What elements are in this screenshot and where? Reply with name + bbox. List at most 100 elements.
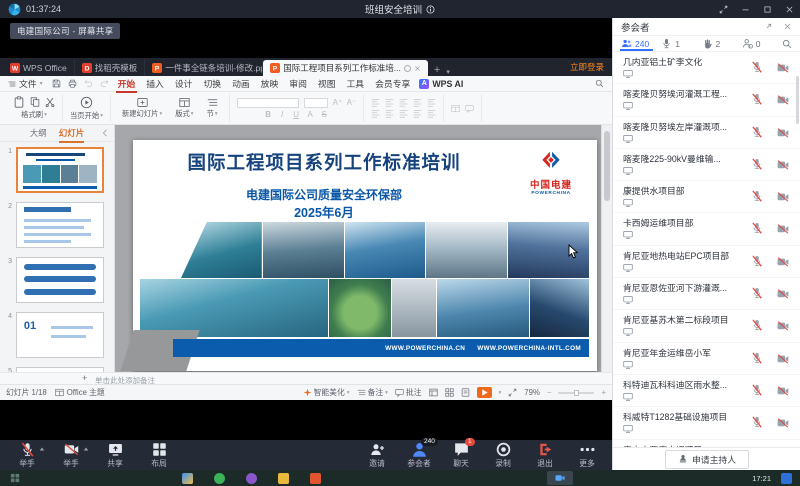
font-style-A[interactable]: A bbox=[306, 110, 315, 119]
menu-tab-视图[interactable]: 视图 bbox=[318, 77, 336, 90]
play-from-page-icon[interactable] bbox=[80, 96, 93, 109]
new-slide-button[interactable]: 新建幻灯片▾ bbox=[118, 97, 166, 119]
toolbar-更多-button[interactable]: 更多 bbox=[568, 442, 606, 469]
participant-row[interactable]: 几内亚铝土矿李文化 bbox=[613, 52, 800, 84]
camera-off-icon[interactable] bbox=[777, 320, 789, 332]
beautify-button[interactable]: 智能美化▾ bbox=[303, 387, 350, 398]
new-tab-caret-icon[interactable]: ▾ bbox=[446, 68, 450, 76]
collapse-panel-icon[interactable] bbox=[101, 129, 109, 137]
font-style-U[interactable]: U bbox=[292, 110, 301, 119]
filter-tab-mic[interactable]: 1 bbox=[661, 38, 701, 49]
participant-row[interactable]: 肯尼亚地热电站EPC项目部 bbox=[613, 246, 800, 278]
undo-icon[interactable] bbox=[84, 79, 93, 88]
mic-muted-icon[interactable] bbox=[751, 287, 763, 299]
login-button[interactable]: 立即登录 bbox=[570, 61, 604, 73]
slide-thumbnail-2[interactable] bbox=[16, 202, 104, 248]
toolbar-聊天-button[interactable]: 1聊天 bbox=[442, 442, 480, 469]
filter-tab-hand[interactable]: 2 bbox=[702, 38, 742, 49]
redo-icon[interactable] bbox=[100, 79, 109, 88]
camera-off-icon[interactable] bbox=[777, 353, 789, 365]
file-menu[interactable]: 文件▾ bbox=[8, 77, 43, 90]
font-style-I[interactable]: I bbox=[278, 110, 287, 119]
theme-label[interactable]: Office 主题 bbox=[67, 387, 105, 398]
toolbar-录制-button[interactable]: 录制 bbox=[484, 442, 522, 469]
slideshow-button[interactable] bbox=[477, 387, 492, 398]
participant-row[interactable]: 肯尼亚恩佐亚河下游灌溉... bbox=[613, 278, 800, 310]
participant-row[interactable]: 喀麦隆贝努埃左岸灌溉项... bbox=[613, 117, 800, 149]
taskbar-meeting-app-active[interactable] bbox=[547, 471, 573, 485]
toolbar-举手-button[interactable]: 举手 bbox=[52, 442, 90, 469]
font-size-select[interactable] bbox=[304, 98, 328, 108]
paste-icon[interactable] bbox=[13, 96, 25, 108]
view-grid-icon[interactable] bbox=[445, 388, 454, 397]
wordart-icon[interactable] bbox=[465, 104, 474, 113]
slide-1[interactable]: 国际工程项目系列工作标准培训 中国电建 POWERCHINA 电建国际公司质量安… bbox=[133, 140, 597, 371]
participant-row[interactable]: 肯尼亚基苏木第二标段项目 bbox=[613, 310, 800, 342]
layout-button[interactable]: 版式▾ bbox=[171, 97, 197, 119]
camera-off-icon[interactable] bbox=[777, 127, 789, 139]
participant-row[interactable]: 科特迪瓦科科迪区雨水整... bbox=[613, 375, 800, 407]
participant-list-scrollbar[interactable] bbox=[796, 76, 799, 124]
participant-row[interactable]: 肯尼亚年金运维岳小军 bbox=[613, 343, 800, 375]
notes-bar[interactable]: + 单击此处添加备注 bbox=[0, 372, 612, 384]
font-name-select[interactable] bbox=[237, 98, 299, 108]
fit-screen-icon[interactable] bbox=[508, 388, 517, 397]
menu-tab-工具[interactable]: 工具 bbox=[347, 77, 365, 90]
camera-off-icon[interactable] bbox=[777, 223, 789, 235]
filter-tab-people[interactable]: 240 bbox=[621, 38, 661, 49]
slide-thumbnail-4[interactable]: 01 bbox=[16, 312, 104, 358]
document-tab-3[interactable]: P国际工程项目系列工作标准培... bbox=[263, 60, 428, 76]
comments-button[interactable]: 批注 bbox=[395, 387, 422, 398]
slide-thumbnail-3[interactable] bbox=[16, 257, 104, 303]
minimize-icon[interactable] bbox=[741, 5, 750, 14]
format-painter-button[interactable]: 格式刷▾ bbox=[21, 110, 47, 120]
save-icon[interactable] bbox=[52, 79, 61, 88]
mic-muted-icon[interactable] bbox=[751, 126, 763, 138]
font-style-S[interactable]: S bbox=[320, 110, 329, 119]
maximize-icon[interactable] bbox=[763, 5, 772, 14]
menu-tab-设计[interactable]: 设计 bbox=[175, 77, 193, 90]
camera-off-icon[interactable] bbox=[777, 288, 789, 300]
participant-row[interactable]: 科威特T1282基础设施项目 bbox=[613, 407, 800, 439]
mic-muted-icon[interactable] bbox=[751, 352, 763, 364]
zoom-slider[interactable] bbox=[558, 392, 594, 394]
start-menu-icon[interactable] bbox=[10, 473, 20, 483]
participant-row[interactable]: 卡西姆运维项目部 bbox=[613, 213, 800, 245]
menu-tab-切换[interactable]: 切换 bbox=[203, 77, 221, 90]
search-icon[interactable] bbox=[595, 79, 604, 88]
info-icon[interactable] bbox=[426, 5, 435, 14]
menu-tab-审阅[interactable]: 审阅 bbox=[289, 77, 307, 90]
apply-host-button[interactable]: 申请主持人 bbox=[665, 450, 749, 469]
view-normal-icon[interactable] bbox=[429, 388, 438, 397]
taskbar-app-icon-2[interactable] bbox=[214, 473, 225, 484]
participant-search-icon[interactable] bbox=[782, 39, 792, 49]
mic-muted-icon[interactable] bbox=[751, 93, 763, 105]
camera-off-icon[interactable] bbox=[777, 62, 789, 74]
zoom-in-icon[interactable]: + bbox=[601, 388, 606, 397]
mic-muted-icon[interactable] bbox=[751, 255, 763, 267]
camera-off-icon[interactable] bbox=[777, 159, 789, 171]
notes-button[interactable]: 备注▾ bbox=[357, 387, 388, 398]
slides-tab[interactable]: 幻灯片 bbox=[59, 127, 85, 139]
section-button[interactable]: 节▾ bbox=[203, 97, 222, 119]
slide-thumbnail-1[interactable] bbox=[16, 147, 104, 193]
canvas-scrollbar[interactable] bbox=[601, 125, 612, 372]
document-tab-0[interactable]: WWPS Office bbox=[3, 60, 75, 76]
zoom-out-icon[interactable]: − bbox=[547, 388, 552, 397]
menu-tab-开始[interactable]: 开始 bbox=[118, 77, 136, 90]
participant-row[interactable]: 喀麦隆贝努埃河灌溉工程... bbox=[613, 84, 800, 116]
wps-ai-tab[interactable]: A WPS AI bbox=[419, 79, 463, 89]
mic-muted-icon[interactable] bbox=[751, 384, 763, 396]
outline-tab[interactable]: 大纲 bbox=[30, 127, 47, 139]
decrease-font-icon[interactable]: A⁻ bbox=[347, 98, 356, 107]
toolbar-邀请-button[interactable]: 邀请 bbox=[358, 442, 396, 469]
copy-icon[interactable] bbox=[30, 97, 40, 107]
increase-font-icon[interactable]: A⁺ bbox=[333, 98, 342, 107]
mic-muted-icon[interactable] bbox=[751, 319, 763, 331]
camera-off-icon[interactable] bbox=[777, 191, 789, 203]
fullscreen-icon[interactable] bbox=[719, 5, 728, 14]
play-from-page-button[interactable]: 当页开始▾ bbox=[70, 111, 103, 121]
taskbar-notification-icon[interactable] bbox=[781, 473, 792, 484]
toolbar-共享-button[interactable]: 共享 bbox=[96, 442, 134, 469]
panel-close-icon[interactable] bbox=[783, 22, 792, 31]
